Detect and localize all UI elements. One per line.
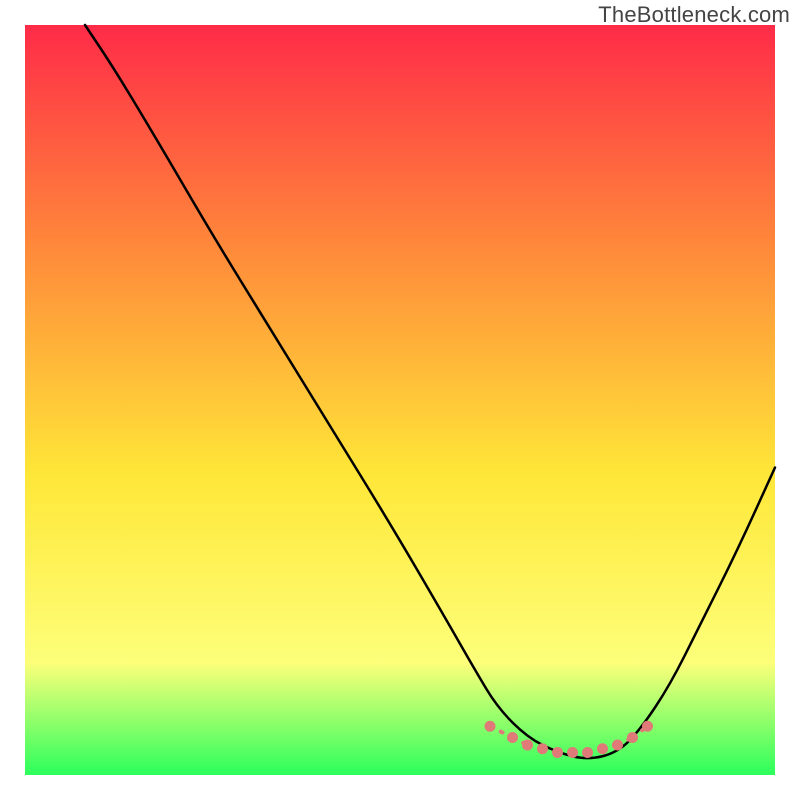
marker-dot [597, 743, 608, 754]
marker-dot [642, 721, 653, 732]
chart-svg [0, 0, 800, 800]
marker-dot [567, 747, 578, 758]
watermark-label: TheBottleneck.com [598, 2, 790, 28]
marker-dot [552, 747, 563, 758]
marker-dot [582, 747, 593, 758]
marker-dot [507, 732, 518, 743]
marker-dot [537, 743, 548, 754]
chart-canvas: TheBottleneck.com [0, 0, 800, 800]
marker-dot [485, 721, 496, 732]
marker-dot [612, 740, 623, 751]
plot-background [25, 25, 775, 775]
marker-dot [522, 740, 533, 751]
marker-dot [627, 732, 638, 743]
